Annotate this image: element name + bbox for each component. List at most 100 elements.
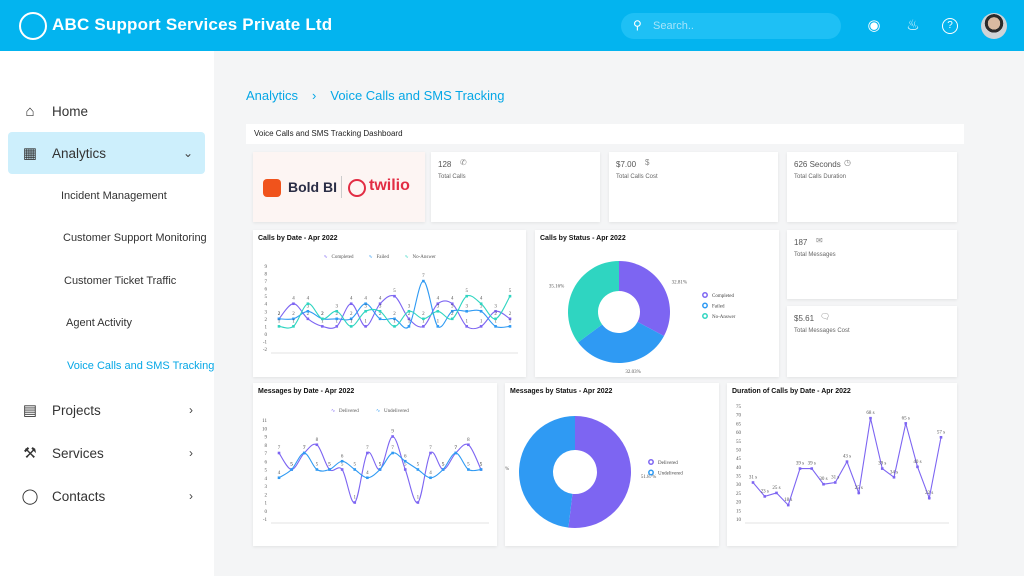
y-tick-label: 65	[736, 422, 742, 427]
y-tick-label: 70	[736, 414, 742, 419]
mail-icon: ✉	[816, 236, 823, 245]
data-label: 6	[404, 454, 407, 459]
legend-label: Delivered	[339, 409, 359, 414]
data-label: 4	[364, 297, 367, 302]
data-point	[366, 476, 369, 480]
y-tick-label: 4	[265, 477, 268, 482]
data-label: 1	[465, 319, 468, 324]
data-label: 57 s	[937, 430, 945, 435]
data-point	[378, 468, 382, 471]
data-point	[857, 491, 861, 495]
data-point	[315, 468, 319, 471]
data-label: 1	[437, 319, 440, 324]
search-box[interactable]: ⚲	[621, 13, 841, 39]
data-label: 3	[336, 304, 339, 309]
sidebar-item-analytics[interactable]: ▦ Analytics ⌄	[8, 132, 205, 174]
data-point	[277, 451, 281, 455]
data-point	[927, 496, 931, 500]
legend-label: Undelivered	[384, 409, 409, 414]
app-header: ABC Support Services Private Ltd ⚲ ◉ ♨ ?	[0, 0, 1024, 51]
data-point	[833, 481, 837, 484]
kpi-label: Total Messages	[794, 252, 836, 258]
duration-by-date-chart: Duration of Calls by Date - Apr 2022 10 15…	[727, 383, 957, 546]
kpi-total-messages-cost: $5.61 🗨 Total Messages Cost	[787, 306, 957, 377]
slice-label: 32.03%	[625, 370, 640, 375]
sidebar-subitem-customer-ticket-traffic[interactable]: Customer Ticket Traffic	[64, 275, 176, 287]
clipboard-icon: ▤	[22, 402, 38, 419]
data-label: 5	[465, 289, 468, 294]
data-label: 25 s	[772, 486, 780, 491]
legend-marker	[648, 459, 654, 465]
data-label: 4	[451, 297, 454, 302]
app-title: ABC Support Services Private Ltd	[52, 15, 333, 34]
dashboard-icon: ▦	[22, 145, 38, 162]
home-icon: ⌂	[25, 102, 35, 120]
y-tick-label: 6	[265, 288, 268, 293]
y-tick-label: 30	[736, 483, 742, 488]
data-point	[407, 309, 411, 313]
bell-icon[interactable]: ♨	[903, 16, 923, 36]
data-label: 68 s	[866, 411, 874, 416]
y-tick-label: -2	[263, 348, 268, 353]
sidebar-subitem-voice-calls-sms[interactable]: Voice Calls and SMS Tracking	[67, 360, 214, 372]
data-point	[364, 309, 367, 313]
y-tick-label: 0	[265, 333, 268, 338]
data-label: 1	[364, 319, 367, 324]
data-point	[441, 468, 445, 471]
data-label: 2	[321, 312, 324, 317]
data-label: 40 s	[913, 460, 921, 465]
data-point	[892, 475, 896, 479]
chart-svg: 101520253035404550556065707531 s23 s25 s…	[736, 405, 949, 524]
pie-slice	[568, 416, 632, 528]
data-point	[292, 325, 295, 328]
data-point	[416, 501, 420, 504]
sidebar-item-contacts[interactable]: ◯ Contacts ›	[8, 475, 205, 517]
y-tick-label: 75	[736, 405, 742, 410]
legend-icon: ∿	[331, 409, 335, 414]
data-point	[416, 468, 420, 471]
chart-svg: -1 0 1 2 3 4 5 6 7 8 9 10 11 ∿ Delivered ∿ Undelivered 7 5…	[262, 409, 489, 524]
data-point	[364, 325, 367, 328]
data-point	[422, 325, 425, 328]
data-label: 5	[354, 463, 357, 468]
legend-label: Failed	[377, 255, 390, 260]
data-label: 18 s	[784, 498, 792, 503]
data-label: 23 s	[761, 489, 769, 494]
search-icon: ⚲	[633, 18, 642, 32]
dashboard-title: Voice Calls and SMS Tracking Dashboard	[246, 124, 964, 144]
sidebar-item-projects[interactable]: ▤ Projects ›	[8, 389, 205, 431]
location-icon[interactable]: ◉	[864, 16, 884, 36]
kpi-total-calls-cost: $7.00 $ Total Calls Cost	[609, 152, 778, 222]
pie-slice	[568, 261, 619, 343]
data-point	[508, 294, 512, 298]
data-point	[335, 325, 339, 328]
data-label: 4	[429, 471, 432, 476]
legend-icon: ∿	[376, 409, 380, 414]
data-label: 2	[350, 312, 353, 317]
legend-icon: ∿	[324, 255, 328, 260]
legend-label: Undelivered	[658, 472, 683, 477]
sidebar-subitem-customer-support-monitoring[interactable]: Customer Support Monitoring	[63, 232, 207, 244]
data-label: 4	[480, 297, 483, 302]
twilio-logo-icon	[348, 179, 366, 197]
data-point	[321, 317, 324, 321]
legend-label: Failed	[712, 305, 725, 310]
data-label: 7	[429, 446, 432, 451]
data-point	[763, 495, 767, 498]
help-icon[interactable]: ?	[942, 18, 958, 34]
data-point	[822, 482, 825, 486]
data-point	[393, 325, 396, 328]
data-point	[775, 491, 778, 495]
sidebar-item-services[interactable]: ⚒ Services ›	[8, 432, 205, 474]
chart-svg: 32.81% Completed 32.03% Failed 35.16% No-Answ…	[549, 261, 736, 375]
avatar[interactable]	[981, 13, 1007, 39]
data-point	[422, 279, 425, 283]
search-input[interactable]	[653, 17, 823, 35]
chart-svg: 51.87% Delivered 48.13% Undelivered	[505, 416, 683, 528]
sidebar-subitem-agent-activity[interactable]: Agent Activity	[66, 317, 132, 329]
sidebar-subitem-incident-management[interactable]: Incident Management	[61, 190, 167, 202]
data-point	[335, 317, 339, 321]
chat-icon: 🗨	[820, 312, 831, 321]
sidebar-item-home[interactable]: ⌂ Home	[8, 90, 205, 132]
breadcrumb-analytics[interactable]: Analytics	[246, 88, 298, 103]
